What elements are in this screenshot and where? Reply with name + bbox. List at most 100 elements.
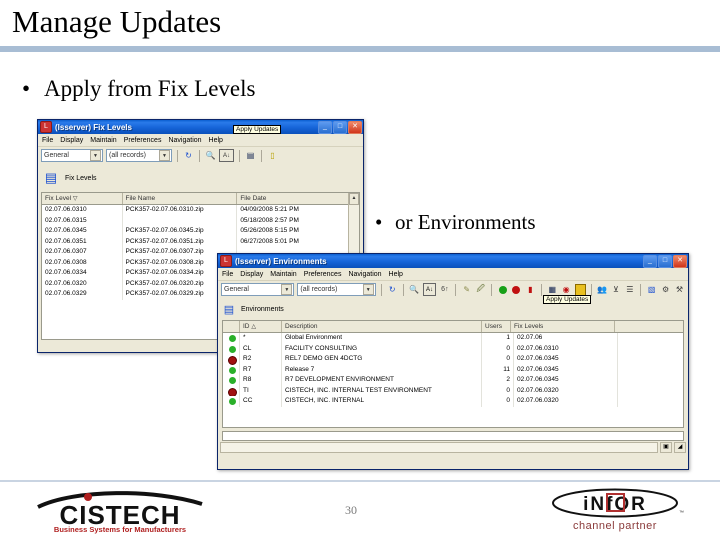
view-combo[interactable]: General ▼ — [41, 149, 103, 162]
table-row[interactable]: 02.07.06.0345 PCK357-02.07.06.0345.zip 05/… — [42, 226, 359, 237]
binoculars-icon[interactable]: 🔍 — [205, 150, 216, 161]
apply-updates-tooltip: Apply Updates — [233, 125, 282, 134]
toolbar-separator — [402, 283, 404, 296]
globe-icon[interactable]: ◉ — [561, 284, 572, 295]
col-fix-level[interactable]: Fix Level ▽ — [42, 193, 123, 204]
binoculars-icon[interactable]: 🔍 — [409, 284, 420, 295]
table-row[interactable]: R2 REL7 DEMO GEN 4DCTG 0 02.07.06.0345 — [223, 354, 683, 365]
table-row[interactable]: CC CISTECH, INC. INTERNAL 0 02.07.06.0320 — [223, 396, 683, 407]
table-row[interactable]: TI CISTECH, INC. INTERNAL TEST ENVIRONMEN… — [223, 385, 683, 396]
status-badge — [223, 364, 240, 375]
toolbar-separator — [239, 149, 240, 162]
view-combo[interactable]: General ▼ — [221, 283, 295, 296]
refresh-icon[interactable]: ↻ — [387, 284, 398, 295]
export-icon[interactable]: ▤ — [245, 150, 256, 161]
cell-fix-level: 02.07.06.0307 — [42, 247, 123, 258]
fix-levels-titlebar[interactable]: L (lsserver) Fix Levels _ □ ✕ — [38, 120, 363, 134]
chart-icon[interactable]: ▧ — [646, 284, 657, 295]
col-id[interactable]: ID △ — [240, 321, 282, 332]
chevron-down-icon[interactable]: ▼ — [281, 284, 293, 295]
filter-combo[interactable]: (all records) ▼ — [106, 149, 172, 162]
environments-menubar[interactable]: File Display Maintain Preferences Naviga… — [218, 268, 688, 281]
scroll-up-icon[interactable]: ▲ — [349, 193, 359, 205]
cell-id: R8 — [240, 375, 282, 386]
users-icon[interactable]: ▦ — [547, 284, 558, 295]
cell-id: * — [240, 333, 282, 344]
menu-preferences[interactable]: Preferences — [124, 137, 162, 144]
filter-combo[interactable]: (all records) ▼ — [297, 283, 376, 296]
col-fix-levels[interactable]: Fix Levels — [511, 321, 615, 332]
minimize-icon[interactable]: _ — [643, 254, 657, 268]
col-fix-level-label: Fix Level — [45, 195, 72, 202]
menu-navigation[interactable]: Navigation — [168, 137, 201, 144]
red-stop-icon[interactable] — [511, 284, 522, 295]
chevron-down-icon[interactable]: ▼ — [362, 284, 374, 295]
toolbar-separator — [261, 149, 262, 162]
environments-window[interactable]: L (lsserver) Environments _ □ ✕ File Dis… — [217, 253, 689, 470]
menu-file[interactable]: File — [222, 271, 233, 278]
environments-rows[interactable]: * Global Environment 1 02.07.06 CL FACILITY C… — [223, 333, 683, 407]
menu-maintain[interactable]: Maintain — [90, 137, 116, 144]
minimize-icon[interactable]: _ — [318, 120, 332, 134]
chevron-down-icon[interactable]: ▼ — [90, 150, 101, 161]
table-row[interactable]: * Global Environment 1 02.07.06 — [223, 333, 683, 344]
sort-icon[interactable]: A↓ — [422, 283, 437, 296]
refresh-icon[interactable]: ↻ — [183, 150, 194, 161]
people-icon[interactable]: 👥 — [597, 284, 608, 295]
resize-grip-icon[interactable]: ◢ — [674, 441, 686, 453]
menu-maintain[interactable]: Maintain — [270, 271, 296, 278]
table-row[interactable]: R8 R7 DEVELOPMENT ENVIRONMENT 2 02.07.06.03… — [223, 375, 683, 386]
settings-icon[interactable]: ⚒ — [674, 284, 685, 295]
new-doc-icon[interactable]: 🖉 — [475, 284, 486, 295]
table-row[interactable]: 02.07.06.0351 PCK357-02.07.06.0351.zip 06/… — [42, 236, 359, 247]
maximize-icon[interactable]: □ — [658, 254, 672, 268]
funnel-icon[interactable]: ⊻ — [610, 284, 621, 295]
running-status-icon — [229, 366, 236, 374]
cell-file-name: PCK357-02.07.06.0310.zip — [123, 205, 238, 216]
menu-display[interactable]: Display — [60, 137, 83, 144]
menu-preferences[interactable]: Preferences — [304, 271, 342, 278]
menu-help[interactable]: Help — [209, 137, 223, 144]
red-pin-icon[interactable]: ▮ — [525, 284, 536, 295]
menu-display[interactable]: Display — [240, 271, 263, 278]
menu-help[interactable]: Help — [389, 271, 403, 278]
toolbar-separator — [199, 149, 200, 162]
environments-grid[interactable]: ID △ Description Users Fix Levels * Globa… — [222, 320, 684, 428]
filter-icon[interactable]: 6↑ — [439, 284, 450, 295]
maximize-icon[interactable]: □ — [333, 120, 347, 134]
fix-levels-grid-header[interactable]: Fix Level ▽ File Name File Date — [42, 193, 359, 205]
environments-toolbar[interactable]: General ▼ (all records) ▼ ↻ 🔍 A↓ 6↑ ✎ 🖉 … — [218, 281, 688, 304]
green-circle-icon[interactable] — [497, 284, 508, 295]
close-icon[interactable]: ✕ — [673, 254, 687, 268]
filter-combo-value: (all records) — [300, 286, 338, 293]
cell-users: 0 — [482, 385, 514, 396]
window-controls[interactable]: _ □ ✕ — [318, 120, 362, 134]
col-description[interactable]: Description — [282, 321, 482, 332]
clipboard-icon[interactable]: ▣ — [660, 441, 672, 453]
table-row[interactable]: CL FACILITY CONSULTING 0 02.07.06.0310 — [223, 343, 683, 354]
table-row[interactable]: 02.07.06.0310 PCK357-02.07.06.0310.zip 04/… — [42, 205, 359, 216]
apply-updates-icon[interactable] — [574, 283, 586, 296]
close-icon[interactable]: ✕ — [348, 120, 362, 134]
table-row[interactable]: 02.07.06.0315 05/18/2008 2:57 PM — [42, 215, 359, 226]
cell-id: CL — [240, 343, 282, 354]
environments-grid-header[interactable]: ID △ Description Users Fix Levels — [223, 321, 683, 333]
fix-levels-menubar[interactable]: File Display Maintain Preferences Naviga… — [38, 134, 363, 147]
gear-icon[interactable]: ⚙ — [660, 284, 671, 295]
environments-titlebar[interactable]: L (lsserver) Environments _ □ ✕ — [218, 254, 688, 268]
app-icon: L — [220, 255, 232, 267]
status-badge — [223, 333, 240, 344]
sort-icon[interactable]: A↓ — [219, 149, 234, 162]
col-file-name[interactable]: File Name — [123, 193, 238, 204]
fix-levels-toolbar[interactable]: General ▼ (all records) ▼ ↻ 🔍 A↓ ▤ ▯ — [38, 147, 363, 164]
chevron-down-icon[interactable]: ▼ — [159, 150, 170, 161]
menu-navigation[interactable]: Navigation — [348, 271, 381, 278]
window-controls[interactable]: _ □ ✕ — [643, 254, 687, 268]
list-icon[interactable]: ☰ — [624, 284, 635, 295]
col-users[interactable]: Users — [482, 321, 511, 332]
table-row[interactable]: R7 Release 7 11 02.07.06.0345 — [223, 364, 683, 375]
pencil-icon[interactable]: ✎ — [461, 284, 472, 295]
col-file-date[interactable]: File Date — [237, 193, 359, 204]
menu-file[interactable]: File — [42, 137, 53, 144]
note-icon[interactable]: ▯ — [267, 150, 278, 161]
